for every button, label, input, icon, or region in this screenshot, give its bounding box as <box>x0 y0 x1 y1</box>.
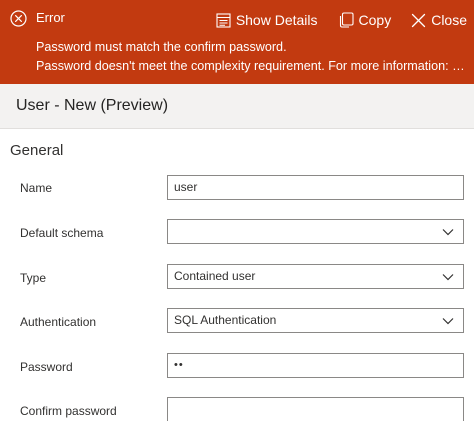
section-title: General <box>10 142 64 159</box>
chevron-down-icon <box>442 318 454 325</box>
error-banner: Error Show Details Copy Close Password m… <box>0 0 474 84</box>
chevron-down-icon <box>442 274 454 281</box>
name-label: Name <box>20 181 53 195</box>
default-schema-label: Default schema <box>20 226 104 240</box>
default-schema-dropdown[interactable] <box>167 219 464 244</box>
confirm-password-input[interactable] <box>167 397 464 421</box>
close-button[interactable]: Close <box>411 11 467 29</box>
password-input[interactable]: •• <box>167 353 464 378</box>
password-label: Password <box>20 360 73 374</box>
name-input[interactable]: user <box>167 175 464 200</box>
show-details-label: Show Details <box>235 12 318 28</box>
error-circle-icon <box>10 10 27 27</box>
authentication-dropdown[interactable]: SQL Authentication <box>167 308 464 333</box>
type-dropdown[interactable]: Contained user <box>167 264 464 289</box>
dialog-header: User - New (Preview) <box>0 84 474 129</box>
confirm-password-label: Confirm password <box>20 404 117 418</box>
error-message: Password must match the confirm password… <box>36 40 287 54</box>
type-label: Type <box>20 271 47 285</box>
error-title: Error <box>36 10 65 25</box>
close-icon <box>412 13 426 27</box>
copy-button[interactable]: Copy <box>338 11 392 29</box>
chevron-down-icon <box>442 229 454 236</box>
close-label: Close <box>431 12 467 28</box>
show-details-button[interactable]: Show Details <box>216 11 318 29</box>
error-actions: Show Details Copy Close <box>216 11 467 29</box>
copy-label: Copy <box>358 12 392 28</box>
type-value: Contained user <box>174 269 256 283</box>
authentication-value: SQL Authentication <box>174 313 277 327</box>
details-icon <box>216 12 231 28</box>
dialog-title: User - New (Preview) <box>16 97 169 114</box>
error-message: Password doesn't meet the complexity req… <box>36 59 468 73</box>
authentication-label: Authentication <box>20 315 97 329</box>
copy-icon <box>339 12 354 28</box>
